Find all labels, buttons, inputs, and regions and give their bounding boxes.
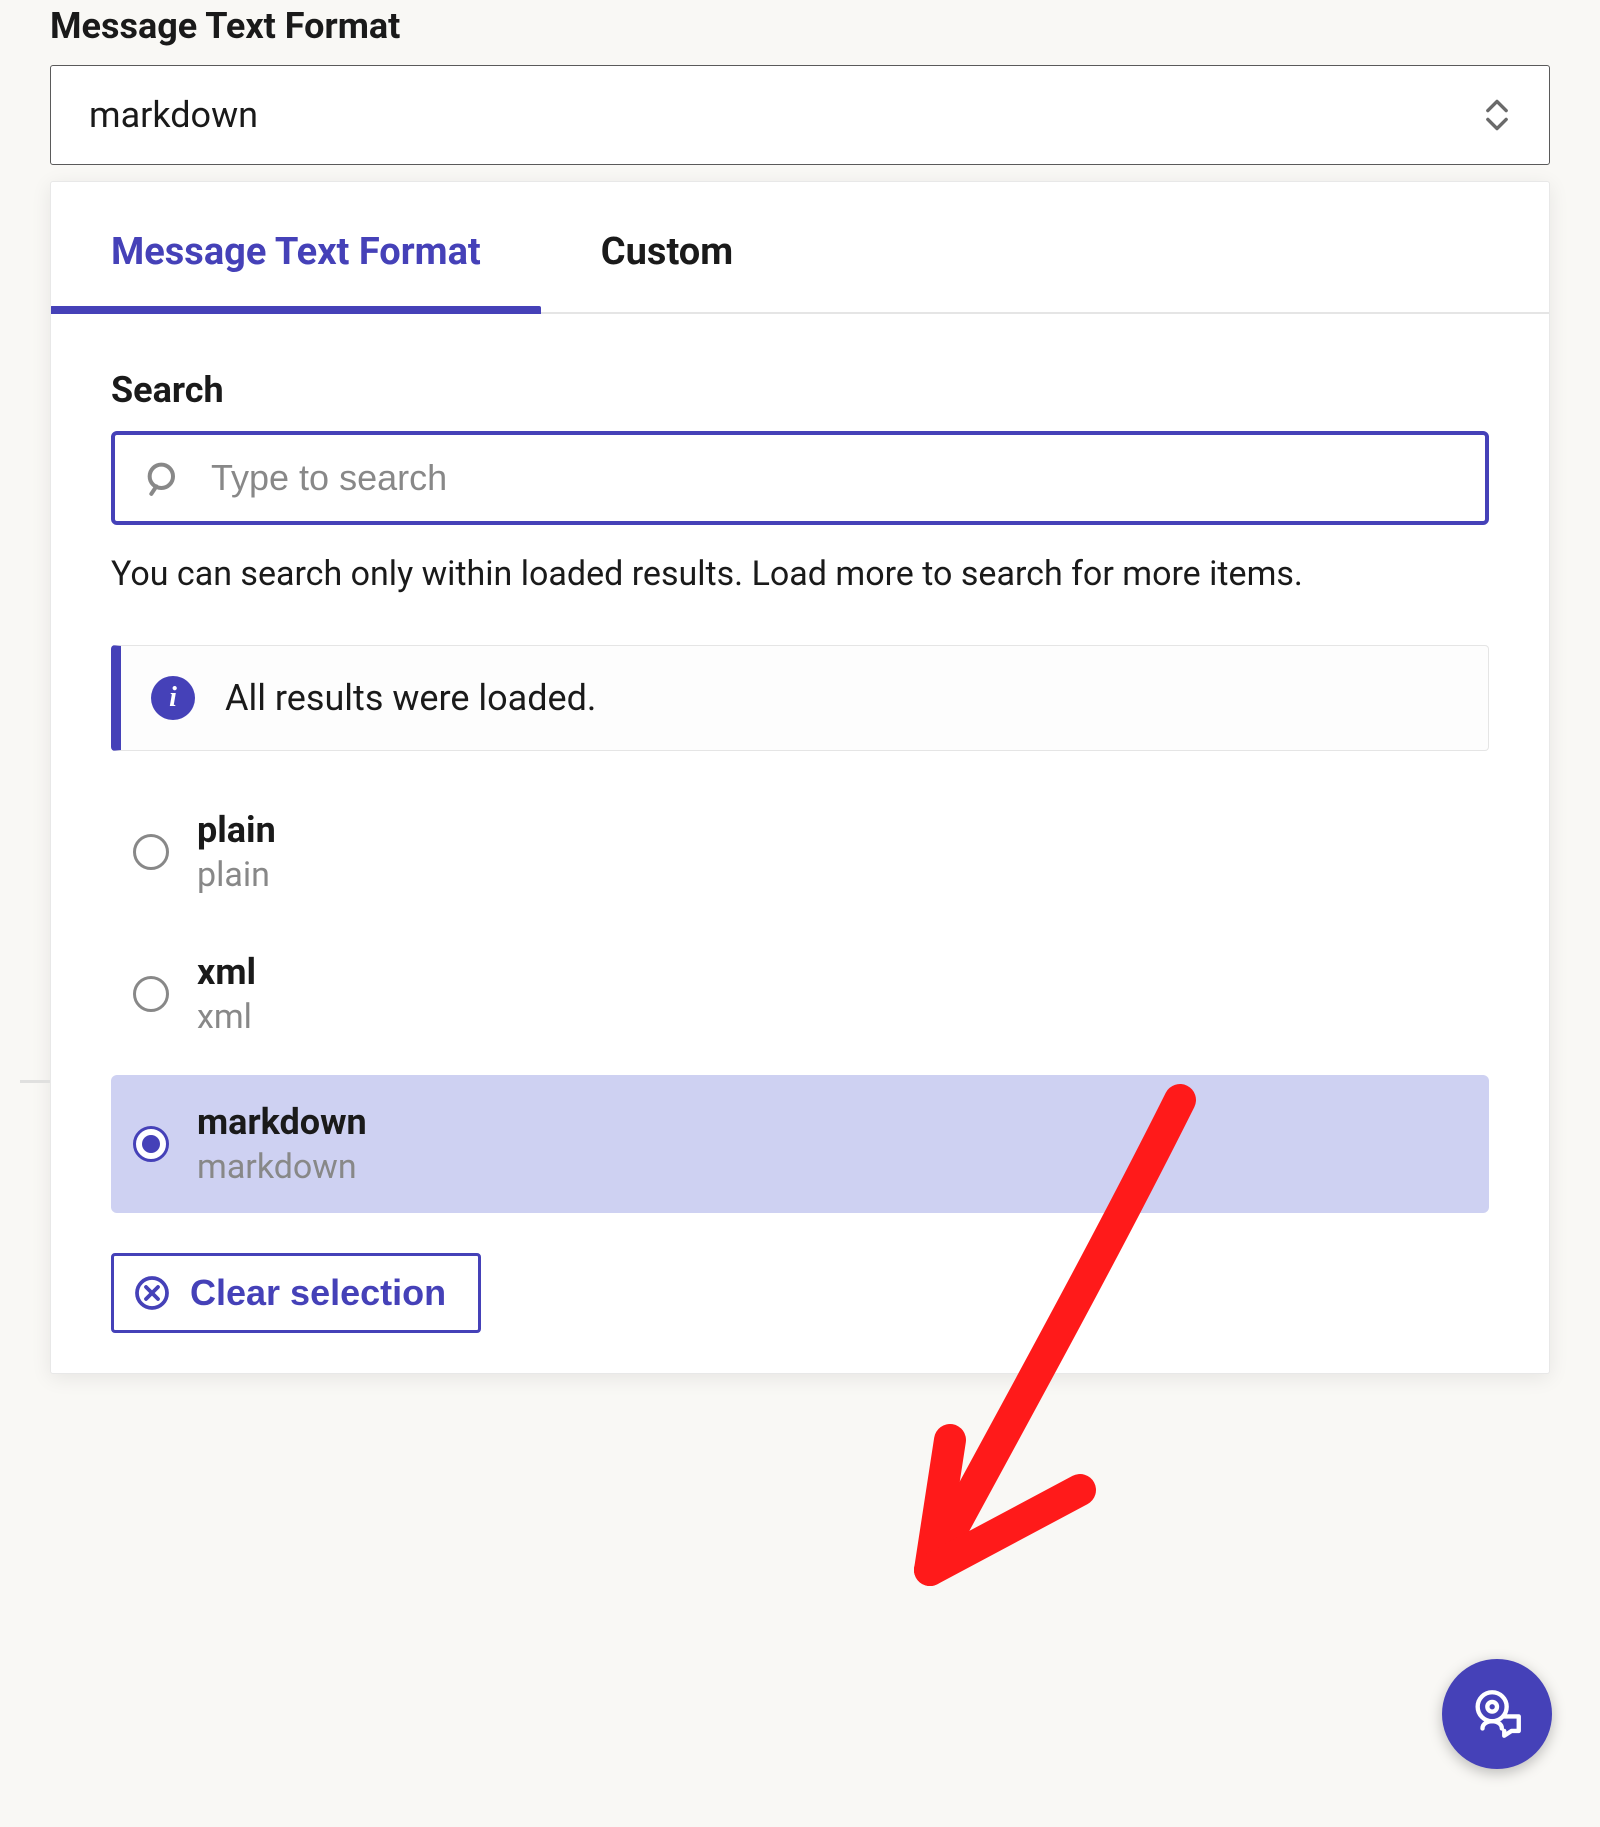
- chevron-sort-icon: [1483, 98, 1511, 132]
- option-markdown[interactable]: markdown markdown: [111, 1075, 1489, 1213]
- background-edge: [20, 1080, 50, 1130]
- close-circle-icon: [134, 1275, 170, 1311]
- radio-plain[interactable]: [133, 834, 169, 870]
- notice-text: All results were loaded.: [225, 677, 596, 719]
- tab-message-text-format[interactable]: Message Text Format: [51, 182, 541, 312]
- info-icon: i: [151, 676, 195, 720]
- results-notice: i All results were loaded.: [111, 645, 1489, 751]
- option-title: plain: [197, 809, 276, 851]
- search-field-wrapper[interactable]: [111, 431, 1489, 525]
- search-label: Search: [111, 369, 1489, 411]
- field-label: Message Text Format: [50, 5, 1550, 47]
- search-input[interactable]: [211, 457, 1457, 499]
- option-sub: markdown: [197, 1147, 367, 1187]
- search-help-text: You can search only within loaded result…: [111, 549, 1489, 600]
- dropdown-tabs: Message Text Format Custom: [51, 182, 1549, 314]
- tab-custom[interactable]: Custom: [541, 182, 793, 312]
- option-title: xml: [197, 951, 256, 993]
- select-value: markdown: [89, 94, 258, 136]
- option-sub: plain: [197, 855, 276, 895]
- option-xml[interactable]: xml xml: [111, 933, 1489, 1055]
- option-sub: xml: [197, 997, 256, 1037]
- format-select[interactable]: markdown: [50, 65, 1550, 165]
- clear-selection-button[interactable]: Clear selection: [111, 1253, 481, 1333]
- clear-selection-label: Clear selection: [190, 1272, 446, 1314]
- option-title: markdown: [197, 1101, 367, 1143]
- search-icon: [143, 458, 183, 498]
- option-plain[interactable]: plain plain: [111, 791, 1489, 913]
- radio-markdown[interactable]: [133, 1126, 169, 1162]
- support-icon: [1468, 1685, 1526, 1743]
- dropdown-panel: Message Text Format Custom Search You ca…: [50, 181, 1550, 1374]
- help-fab[interactable]: [1442, 1659, 1552, 1769]
- radio-xml[interactable]: [133, 976, 169, 1012]
